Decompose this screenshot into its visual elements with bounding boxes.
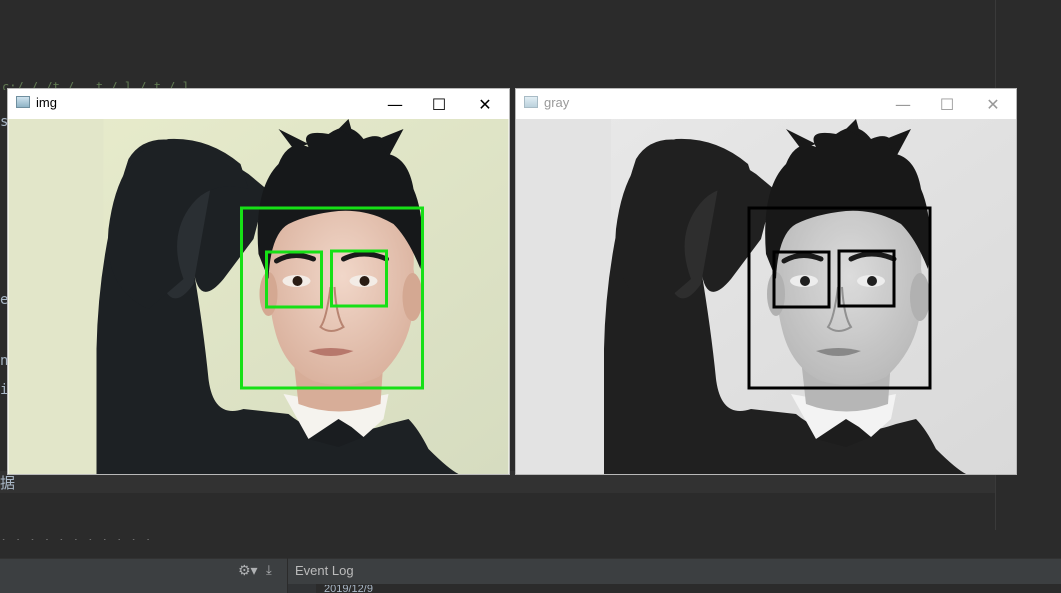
window-titlebar[interactable]: gray — ☐ ✕ (516, 89, 1016, 119)
portrait-image-grayscale (516, 119, 1016, 474)
event-log-row[interactable] (288, 584, 1061, 593)
tool-window-header (0, 558, 1061, 584)
minimize-button[interactable]: — (372, 89, 418, 119)
download-icon[interactable]: ⤓ (266, 562, 282, 580)
ide-code-fragment-bottom: . . . . . . . . . . . (0, 530, 152, 540)
window-title: img (36, 95, 57, 110)
left-tool-panel (0, 584, 287, 593)
maximize-button[interactable]: ☐ (924, 89, 970, 119)
event-log-gutter (288, 584, 316, 593)
window-title: gray (544, 95, 570, 110)
gear-icon[interactable]: ⚙▾ (238, 562, 260, 580)
close-button[interactable]: ✕ (970, 89, 1016, 119)
window-app-icon (524, 96, 538, 108)
event-log-title[interactable]: Event Log (295, 563, 354, 578)
window-app-icon (16, 96, 30, 108)
portrait-image (8, 119, 509, 474)
image-canvas (8, 119, 509, 474)
minimize-button[interactable]: — (880, 89, 926, 119)
window-titlebar[interactable]: img — ☐ ✕ (8, 89, 509, 119)
opencv-window-img[interactable]: img — ☐ ✕ (7, 88, 510, 475)
opencv-window-gray[interactable]: gray — ☐ ✕ (515, 88, 1017, 475)
image-canvas (516, 119, 1016, 474)
close-button[interactable]: ✕ (462, 89, 508, 119)
ide-code-chinese-fragment: 据 (0, 474, 16, 492)
event-log-date: 2019/12/9 (324, 585, 373, 593)
maximize-button[interactable]: ☐ (416, 89, 462, 119)
